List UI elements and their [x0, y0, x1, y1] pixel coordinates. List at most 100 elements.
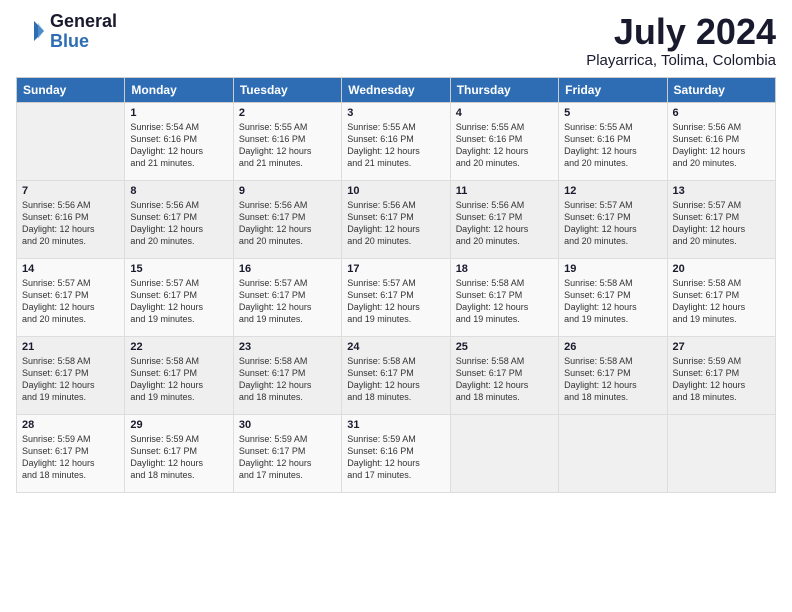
day-number: 4 — [456, 107, 553, 119]
calendar-week-4: 21 Sunrise: 5:58 AM Sunset: 6:17 PM Dayli… — [17, 336, 776, 414]
day-number: 20 — [673, 263, 770, 275]
day-info: Sunrise: 5:58 AM Sunset: 6:17 PM Dayligh… — [347, 355, 444, 404]
table-row: 12 Sunrise: 5:57 AM Sunset: 6:17 PM Dayli… — [559, 180, 667, 258]
day-info: Sunrise: 5:55 AM Sunset: 6:16 PM Dayligh… — [564, 121, 661, 170]
day-info: Sunrise: 5:59 AM Sunset: 6:16 PM Dayligh… — [347, 433, 444, 482]
day-info: Sunrise: 5:59 AM Sunset: 6:17 PM Dayligh… — [22, 433, 119, 482]
calendar-week-1: 1Sunrise: 5:54 AM Sunset: 6:16 PM Daylig… — [17, 102, 776, 180]
calendar-week-3: 14 Sunrise: 5:57 AM Sunset: 6:17 PM Dayli… — [17, 258, 776, 336]
table-row — [450, 414, 558, 492]
day-info: Sunrise: 5:54 AM Sunset: 6:16 PM Dayligh… — [130, 121, 227, 170]
day-info: Sunrise: 5:56 AM Sunset: 6:16 PM Dayligh… — [673, 121, 770, 170]
day-number: 29 — [130, 419, 227, 431]
day-info: Sunrise: 5:57 AM Sunset: 6:17 PM Dayligh… — [564, 199, 661, 248]
day-number: 6 — [673, 107, 770, 119]
day-info: Sunrise: 5:58 AM Sunset: 6:17 PM Dayligh… — [130, 355, 227, 404]
table-row: 7 Sunrise: 5:56 AM Sunset: 6:16 PM Daylig… — [17, 180, 125, 258]
day-info: Sunrise: 5:58 AM Sunset: 6:17 PM Dayligh… — [239, 355, 336, 404]
col-monday: Monday — [125, 77, 233, 102]
col-friday: Friday — [559, 77, 667, 102]
day-info: Sunrise: 5:58 AM Sunset: 6:17 PM Dayligh… — [564, 277, 661, 326]
table-row: 18 Sunrise: 5:58 AM Sunset: 6:17 PM Dayli… — [450, 258, 558, 336]
calendar-header-row: Sunday Monday Tuesday Wednesday Thursday… — [17, 77, 776, 102]
day-number: 23 — [239, 341, 336, 353]
day-info: Sunrise: 5:58 AM Sunset: 6:17 PM Dayligh… — [456, 355, 553, 404]
day-number: 25 — [456, 341, 553, 353]
logo: General Blue — [16, 12, 117, 52]
table-row: 14 Sunrise: 5:57 AM Sunset: 6:17 PM Dayli… — [17, 258, 125, 336]
day-info: Sunrise: 5:58 AM Sunset: 6:17 PM Dayligh… — [22, 355, 119, 404]
col-thursday: Thursday — [450, 77, 558, 102]
table-row: 21 Sunrise: 5:58 AM Sunset: 6:17 PM Dayli… — [17, 336, 125, 414]
day-number: 30 — [239, 419, 336, 431]
day-number: 22 — [130, 341, 227, 353]
header: General Blue July 2024 Playarrica, Tolim… — [16, 12, 776, 69]
calendar-table: Sunday Monday Tuesday Wednesday Thursday… — [16, 77, 776, 493]
month-title: July 2024 — [586, 12, 776, 52]
day-number: 3 — [347, 107, 444, 119]
day-info: Sunrise: 5:56 AM Sunset: 6:16 PM Dayligh… — [22, 199, 119, 248]
day-info: Sunrise: 5:56 AM Sunset: 6:17 PM Dayligh… — [347, 199, 444, 248]
day-info: Sunrise: 5:55 AM Sunset: 6:16 PM Dayligh… — [347, 121, 444, 170]
table-row: 6 Sunrise: 5:56 AM Sunset: 6:16 PM Daylig… — [667, 102, 775, 180]
table-row — [559, 414, 667, 492]
day-number: 17 — [347, 263, 444, 275]
table-row — [17, 102, 125, 180]
table-row: 13 Sunrise: 5:57 AM Sunset: 6:17 PM Dayli… — [667, 180, 775, 258]
table-row: 26Sunrise: 5:58 AM Sunset: 6:17 PM Dayli… — [559, 336, 667, 414]
table-row: 28 Sunrise: 5:59 AM Sunset: 6:17 PM Dayli… — [17, 414, 125, 492]
table-row: 1Sunrise: 5:54 AM Sunset: 6:16 PM Daylig… — [125, 102, 233, 180]
day-info: Sunrise: 5:57 AM Sunset: 6:17 PM Dayligh… — [130, 277, 227, 326]
table-row: 11 Sunrise: 5:56 AM Sunset: 6:17 PM Dayli… — [450, 180, 558, 258]
day-number: 18 — [456, 263, 553, 275]
col-sunday: Sunday — [17, 77, 125, 102]
day-info: Sunrise: 5:59 AM Sunset: 6:17 PM Dayligh… — [239, 433, 336, 482]
day-number: 31 — [347, 419, 444, 431]
table-row: 4Sunrise: 5:55 AM Sunset: 6:16 PM Daylig… — [450, 102, 558, 180]
day-number: 8 — [130, 185, 227, 197]
page-container: General Blue July 2024 Playarrica, Tolim… — [0, 0, 792, 612]
table-row: 25 Sunrise: 5:58 AM Sunset: 6:17 PM Dayli… — [450, 336, 558, 414]
table-row: 3 Sunrise: 5:55 AM Sunset: 6:16 PM Daylig… — [342, 102, 450, 180]
table-row: 5Sunrise: 5:55 AM Sunset: 6:16 PM Daylig… — [559, 102, 667, 180]
day-number: 7 — [22, 185, 119, 197]
table-row: 8Sunrise: 5:56 AM Sunset: 6:17 PM Daylig… — [125, 180, 233, 258]
table-row — [667, 414, 775, 492]
day-number: 13 — [673, 185, 770, 197]
table-row: 19 Sunrise: 5:58 AM Sunset: 6:17 PM Dayli… — [559, 258, 667, 336]
day-number: 27 — [673, 341, 770, 353]
table-row: 22 Sunrise: 5:58 AM Sunset: 6:17 PM Dayli… — [125, 336, 233, 414]
table-row: 9 Sunrise: 5:56 AM Sunset: 6:17 PM Daylig… — [233, 180, 341, 258]
table-row: 17 Sunrise: 5:57 AM Sunset: 6:17 PM Dayli… — [342, 258, 450, 336]
table-row: 15 Sunrise: 5:57 AM Sunset: 6:17 PM Dayli… — [125, 258, 233, 336]
table-row: 30 Sunrise: 5:59 AM Sunset: 6:17 PM Dayli… — [233, 414, 341, 492]
col-tuesday: Tuesday — [233, 77, 341, 102]
day-number: 26 — [564, 341, 661, 353]
day-info: Sunrise: 5:56 AM Sunset: 6:17 PM Dayligh… — [239, 199, 336, 248]
day-info: Sunrise: 5:57 AM Sunset: 6:17 PM Dayligh… — [22, 277, 119, 326]
day-info: Sunrise: 5:57 AM Sunset: 6:17 PM Dayligh… — [239, 277, 336, 326]
table-row: 31 Sunrise: 5:59 AM Sunset: 6:16 PM Dayli… — [342, 414, 450, 492]
day-number: 10 — [347, 185, 444, 197]
day-number: 19 — [564, 263, 661, 275]
day-number: 2 — [239, 107, 336, 119]
day-number: 9 — [239, 185, 336, 197]
col-wednesday: Wednesday — [342, 77, 450, 102]
day-info: Sunrise: 5:56 AM Sunset: 6:17 PM Dayligh… — [456, 199, 553, 248]
day-number: 21 — [22, 341, 119, 353]
day-info: Sunrise: 5:57 AM Sunset: 6:17 PM Dayligh… — [347, 277, 444, 326]
table-row: 10 Sunrise: 5:56 AM Sunset: 6:17 PM Dayli… — [342, 180, 450, 258]
table-row: 2Sunrise: 5:55 AM Sunset: 6:16 PM Daylig… — [233, 102, 341, 180]
day-info: Sunrise: 5:57 AM Sunset: 6:17 PM Dayligh… — [673, 199, 770, 248]
day-number: 15 — [130, 263, 227, 275]
day-number: 11 — [456, 185, 553, 197]
table-row: 24 Sunrise: 5:58 AM Sunset: 6:17 PM Dayli… — [342, 336, 450, 414]
day-info: Sunrise: 5:58 AM Sunset: 6:17 PM Dayligh… — [673, 277, 770, 326]
day-number: 28 — [22, 419, 119, 431]
logo-icon — [16, 17, 46, 47]
day-info: Sunrise: 5:58 AM Sunset: 6:17 PM Dayligh… — [456, 277, 553, 326]
day-number: 12 — [564, 185, 661, 197]
day-number: 24 — [347, 341, 444, 353]
day-number: 14 — [22, 263, 119, 275]
table-row: 16Sunrise: 5:57 AM Sunset: 6:17 PM Dayli… — [233, 258, 341, 336]
